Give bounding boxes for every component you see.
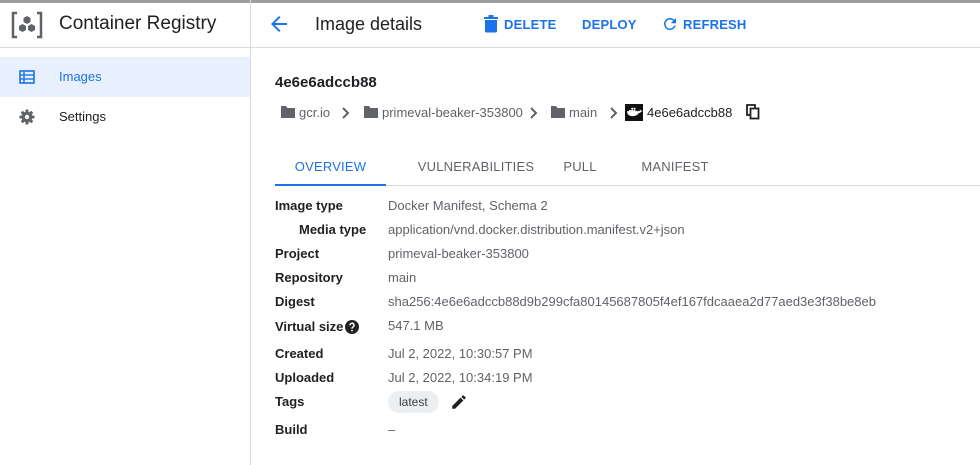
- project-value: primeval-beaker-353800: [388, 246, 529, 261]
- tab-manifest[interactable]: MANIFEST: [625, 145, 725, 185]
- property-row-created: Created Jul 2, 2022, 10:30:57 PM: [275, 345, 980, 365]
- chevron-right-icon: [530, 107, 538, 119]
- container-registry-logo-icon: [11, 11, 43, 39]
- gear-icon: [19, 109, 35, 125]
- delete-button-label: DELETE: [504, 17, 557, 32]
- property-label: Media type: [299, 222, 367, 237]
- property-label: Image type: [275, 198, 343, 213]
- property-label: Build: [275, 422, 308, 437]
- pencil-edit-icon[interactable]: [450, 393, 468, 411]
- property-label: Repository: [275, 270, 343, 285]
- tab-bar: OVERVIEW VULNERABILITIES PULL MANIFEST: [275, 145, 980, 186]
- property-label: Tags: [275, 394, 305, 409]
- sidebar-item-label: Images: [59, 69, 102, 84]
- back-arrow-icon[interactable]: [267, 12, 291, 36]
- breadcrumb-label: 4e6e6adccb88: [647, 105, 733, 120]
- deploy-button-label: DEPLOY: [582, 17, 637, 32]
- property-label: Virtual size: [275, 319, 344, 334]
- property-label: Uploaded: [275, 370, 335, 385]
- brand-header: Container Registry: [0, 3, 250, 48]
- property-row-uploaded: Uploaded Jul 2, 2022, 10:34:19 PM: [275, 369, 980, 389]
- tab-overview[interactable]: OVERVIEW: [275, 145, 386, 186]
- property-row-digest: Digest sha256:4e6e6adccb88d9b299cfa80145…: [275, 293, 980, 313]
- property-label: Digest: [275, 294, 315, 309]
- main-content: 4e6e6adccb88 gcr.io primeval-beaker-3538…: [275, 49, 980, 465]
- property-label: Created: [275, 346, 324, 361]
- digest-value: sha256:4e6e6adccb88d9b299cfa80145687805f…: [388, 294, 876, 309]
- tab-pull[interactable]: PULL: [545, 145, 615, 185]
- property-row-virtual-size: Virtual size 547.1 MB: [275, 318, 980, 338]
- uploaded-value: Jul 2, 2022, 10:34:19 PM: [388, 370, 533, 385]
- virtual-size-value: 547.1 MB: [388, 318, 444, 333]
- image-type-value: Docker Manifest, Schema 2: [388, 198, 548, 213]
- sidebar-item-label: Settings: [59, 109, 106, 124]
- delete-button[interactable]: DELETE: [484, 15, 557, 35]
- tab-label: OVERVIEW: [294, 159, 367, 174]
- breadcrumb-label: main: [569, 105, 598, 120]
- property-row-build: Build –: [275, 421, 980, 441]
- property-label: Project: [275, 246, 320, 261]
- property-row-repository: Repository main: [275, 269, 980, 289]
- sidebar: Container Registry Images Settings: [0, 0, 251, 465]
- app-title: Container Registry: [59, 13, 217, 34]
- refresh-button-label: REFRESH: [683, 17, 747, 32]
- breadcrumb-item-repository[interactable]: main: [550, 104, 610, 122]
- copy-icon[interactable]: [746, 104, 760, 120]
- property-row-image-type: Image type Docker Manifest, Schema 2: [275, 197, 980, 217]
- folder-icon: [281, 106, 295, 118]
- property-row-media-type: Media type application/vnd.docker.distri…: [275, 221, 980, 241]
- breadcrumb-label: primeval-beaker-353800: [382, 105, 523, 120]
- breadcrumb-item-project[interactable]: primeval-beaker-353800: [363, 104, 523, 122]
- created-value: Jul 2, 2022, 10:30:57 PM: [388, 346, 533, 361]
- refresh-icon: [663, 17, 676, 30]
- list-icon: [19, 70, 35, 84]
- sidebar-item-images[interactable]: Images: [0, 57, 250, 97]
- repository-value: main: [388, 270, 417, 285]
- page-title: Image details: [315, 14, 423, 34]
- tag-chip: latest: [388, 391, 439, 413]
- property-row-tags: Tags latest: [275, 391, 980, 413]
- folder-icon: [551, 106, 565, 118]
- page-header: Image details DELETE DEPLOY REFRESH: [251, 3, 980, 48]
- breadcrumb: gcr.io primeval-beaker-353800 main 4e6e6…: [280, 104, 980, 122]
- folder-icon: [364, 106, 378, 118]
- breadcrumb-label: gcr.io: [299, 105, 331, 120]
- tab-label: MANIFEST: [641, 159, 709, 174]
- trash-icon: [484, 15, 498, 33]
- help-icon[interactable]: [345, 320, 359, 334]
- docker-icon: [625, 104, 643, 121]
- chevron-right-icon: [610, 107, 618, 119]
- chevron-right-icon: [342, 107, 350, 119]
- media-type-value: application/vnd.docker.distribution.mani…: [388, 222, 685, 237]
- sidebar-item-settings[interactable]: Settings: [0, 97, 250, 137]
- tab-vulnerabilities[interactable]: VULNERABILITIES: [396, 145, 556, 185]
- deploy-button[interactable]: DEPLOY: [582, 15, 637, 35]
- build-value: –: [388, 422, 396, 437]
- tab-label: VULNERABILITIES: [417, 159, 535, 174]
- image-digest-title: 4e6e6adccb88: [275, 74, 377, 91]
- tab-label: PULL: [563, 159, 597, 174]
- property-row-project: Project primeval-beaker-353800: [275, 245, 980, 265]
- breadcrumb-item-image: 4e6e6adccb88: [625, 104, 740, 122]
- refresh-button[interactable]: REFRESH: [661, 15, 751, 35]
